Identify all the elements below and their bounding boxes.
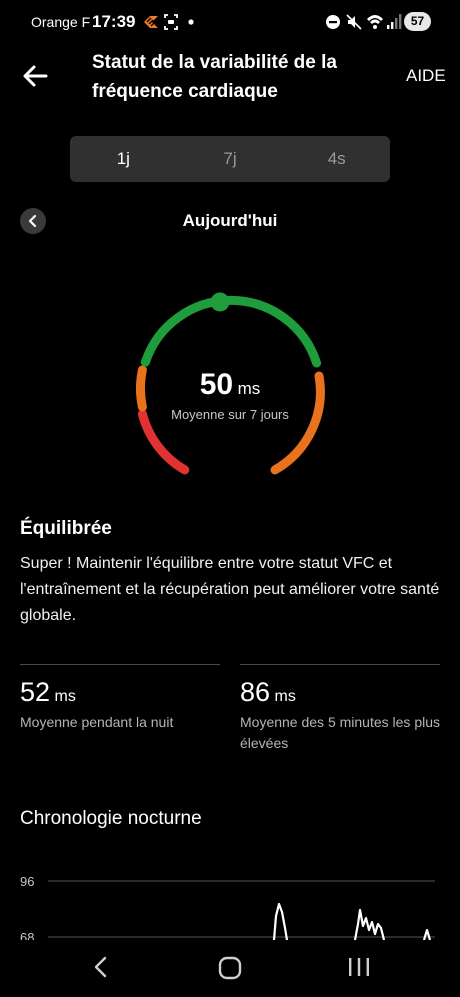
chevron-left-icon [28, 214, 37, 228]
stat-label: Moyenne pendant la nuit [20, 714, 174, 730]
stat-top-5-min-average: 86 ms Moyenne des 5 minutes les plus éle… [240, 664, 440, 754]
mute-icon [346, 14, 362, 30]
period-selector: 1j 7j 4s [70, 136, 390, 182]
previous-day-button[interactable] [20, 208, 46, 234]
status-heading: Équilibrée [20, 518, 112, 539]
gauge-value: 50 ms [120, 368, 340, 402]
wifi-icon [367, 15, 383, 29]
nav-recents-icon[interactable] [346, 956, 372, 978]
stat-unit: ms [54, 688, 76, 705]
status-description: Super ! Maintenir l'équilibre entre votr… [20, 555, 440, 624]
y-tick-label: 96 [20, 874, 34, 889]
night-timeline-chart: 96 68 [20, 874, 435, 940]
hrv-line [272, 902, 432, 940]
date-navigator: Aujourd'hui [0, 204, 460, 236]
gauge-segment-low [137, 409, 190, 475]
timeline-title: Chronologie nocturne [20, 808, 202, 829]
stat-label: Moyenne des 5 minutes les plus élevées [240, 714, 440, 751]
battery-icon: 57 [404, 12, 431, 31]
date-label: Aujourd'hui [182, 211, 278, 230]
stat-value: 86 [240, 677, 271, 707]
gauge-number: 50 [199, 368, 234, 401]
gauge-unit: ms [237, 379, 261, 398]
carrier-label: Orange F [31, 14, 91, 30]
stat-unit: ms [274, 688, 296, 705]
dnd-icon [326, 15, 340, 29]
gauge-segment-balanced [140, 295, 322, 368]
gauge-indicator [210, 292, 230, 312]
system-nav-bar [0, 940, 460, 997]
app-bar: Statut de la variabilité de la fréquence… [0, 44, 460, 110]
tab-1-day[interactable]: 1j [70, 136, 177, 182]
back-arrow-icon[interactable] [20, 62, 52, 90]
gauge-caption: Moyenne sur 7 jours [171, 407, 289, 422]
nav-home-icon[interactable] [217, 955, 243, 981]
page-title: Statut de la variabilité de la fréquence… [92, 52, 337, 102]
carrier-logo-icon [144, 16, 158, 28]
clock: 17:39 [92, 12, 136, 31]
help-button[interactable]: AIDE [406, 66, 446, 86]
signal-icon [387, 14, 402, 29]
nav-back-icon[interactable] [90, 955, 112, 979]
screenshot-icon [164, 14, 178, 30]
y-tick-label: 68 [20, 930, 34, 940]
status-bar: Orange F 17:39 57 [0, 0, 460, 44]
tab-4-weeks[interactable]: 4s [283, 136, 390, 182]
stat-value: 52 [20, 677, 51, 707]
dot-icon [188, 19, 194, 25]
tab-7-days[interactable]: 7j [177, 136, 284, 182]
stat-night-average: 52 ms Moyenne pendant la nuit [20, 664, 220, 733]
